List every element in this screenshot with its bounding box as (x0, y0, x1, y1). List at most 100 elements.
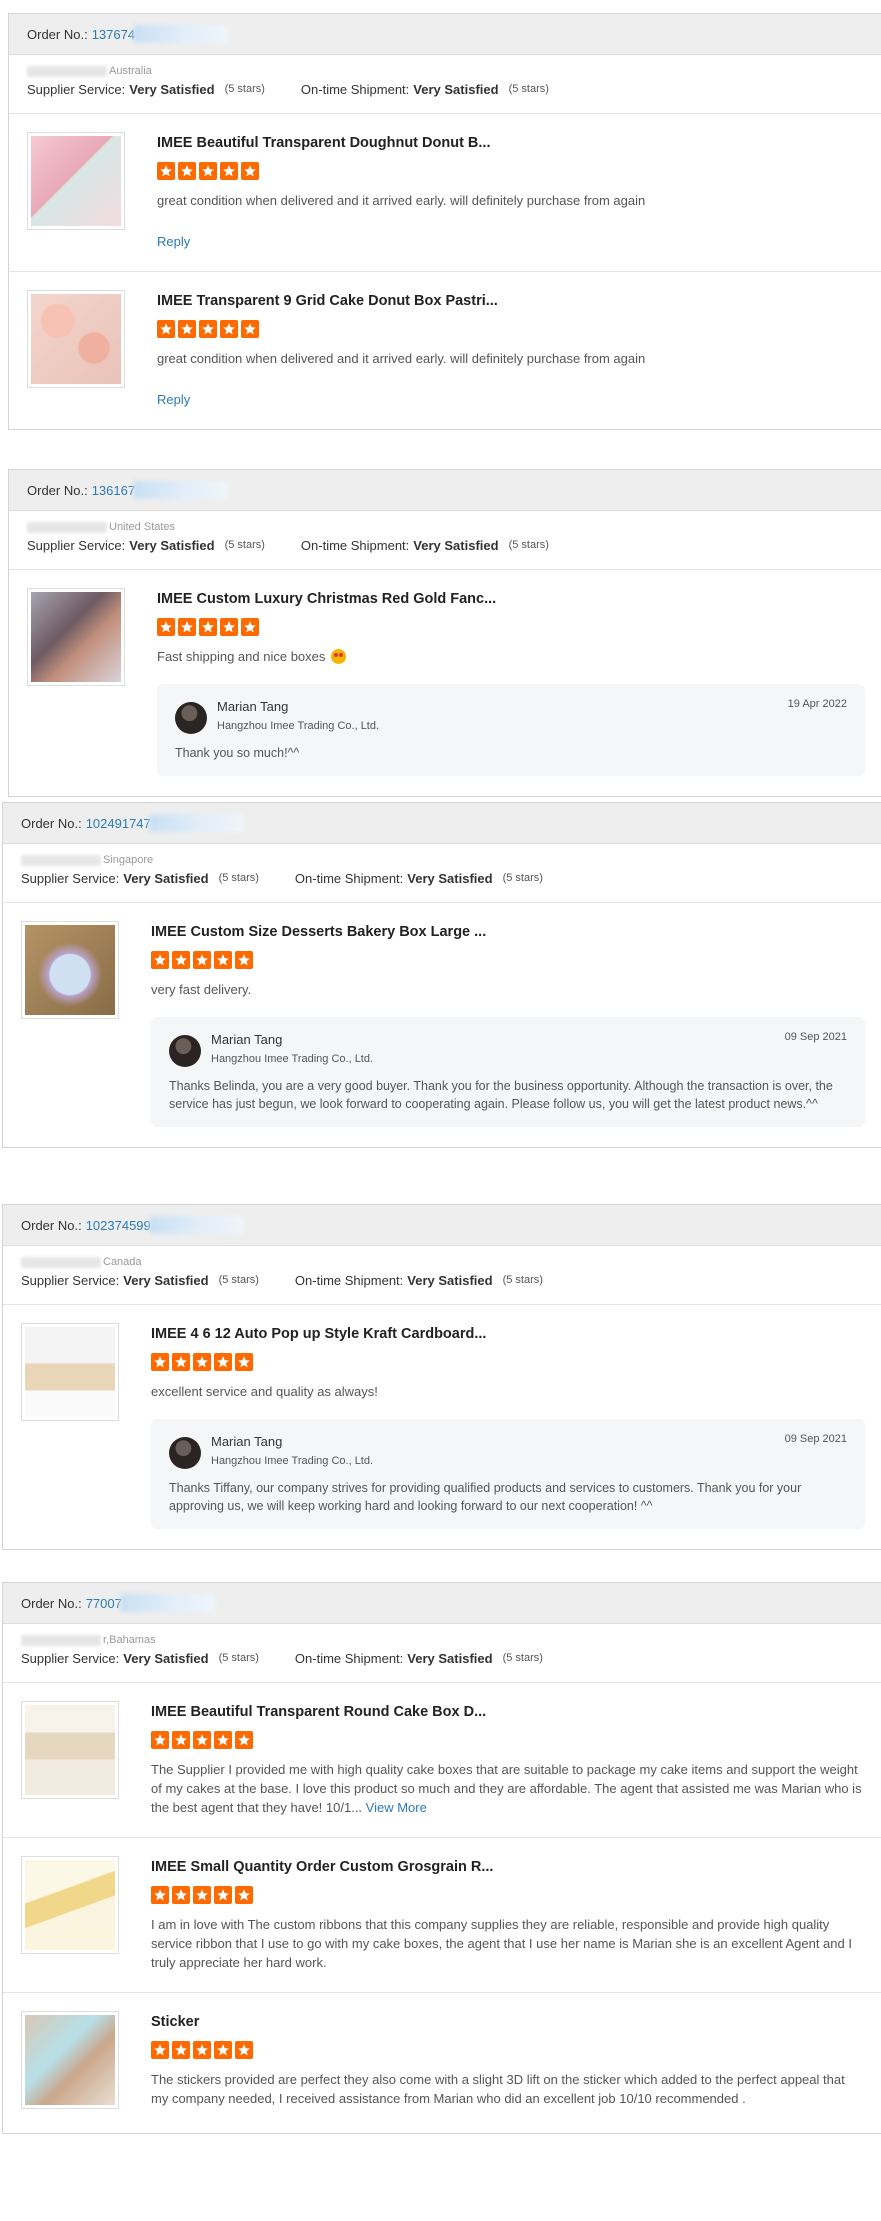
product-thumbnail[interactable] (21, 2011, 119, 2109)
star-icon (178, 320, 196, 338)
supplier-service-stars: (5 stars) (218, 1274, 259, 1286)
rating-stars (157, 162, 865, 182)
review-item: IMEE Small Quantity Order Custom Grosgra… (3, 1838, 881, 1993)
buyer-name-redacted (21, 1256, 101, 1268)
star-icon (193, 1886, 211, 1904)
supplier-service-label: Supplier Service: (21, 1272, 120, 1288)
product-title-link[interactable]: IMEE Small Quantity Order Custom Grosgra… (151, 1858, 865, 1876)
review-text-content: great condition when delivered and it ar… (157, 193, 646, 208)
review-body: IMEE Beautiful Transparent Doughnut Donu… (157, 134, 865, 251)
shipment-label: On-time Shipment: (300, 81, 410, 97)
product-title-link[interactable]: IMEE Transparent 9 Grid Cake Donut Box P… (157, 292, 865, 310)
product-thumbnail[interactable] (21, 1323, 119, 1421)
order-number-link[interactable]: 77007 (86, 1596, 122, 1611)
supplier-service-label: Supplier Service: (21, 1650, 120, 1666)
supplier-service-label: Supplier Service: (27, 537, 126, 553)
supplier-service-stars: (5 stars) (218, 1652, 259, 1664)
country-label: Australia (109, 65, 152, 77)
service-ratings: Supplier Service: Very Satisfied (5 stars)… (9, 535, 881, 570)
supplier-service-label: Supplier Service: (21, 870, 120, 886)
product-title-link[interactable]: IMEE Beautiful Transparent Round Cake Bo… (151, 1703, 865, 1721)
nine-grid-box-image (31, 294, 121, 384)
product-thumbnail[interactable] (27, 588, 125, 686)
reply-link[interactable]: Reply (157, 392, 190, 407)
reply-text: Thank you so much!^^ (175, 746, 300, 760)
star-icon (193, 1731, 211, 1749)
product-title-link[interactable]: IMEE Beautiful Transparent Doughnut Donu… (157, 134, 865, 152)
order-number-redacted (133, 25, 229, 43)
product-title-link[interactable]: Sticker (151, 2013, 865, 2031)
star-icon (199, 618, 217, 636)
review-body: IMEE Custom Size Desserts Bakery Box Lar… (151, 923, 865, 1127)
product-title-link[interactable]: IMEE Custom Luxury Christmas Red Gold Fa… (157, 590, 865, 608)
reply-author-name: Marian Tang (211, 1032, 283, 1047)
star-icon (172, 1886, 190, 1904)
service-ratings: Supplier Service: Very Satisfied (5 stars)… (3, 1648, 881, 1683)
reply-company: Hangzhou Imee Trading Co., Ltd. (211, 1053, 374, 1065)
review-body: Sticker The stickers provided are perfect… (151, 2013, 865, 2113)
review-text-content: I am in love with The custom ribbons tha… (151, 1917, 852, 1970)
buyer-country: Canada (3, 1254, 881, 1270)
product-thumbnail[interactable] (27, 132, 125, 230)
order-no-label: Order No.: (21, 1217, 82, 1233)
reply-author: Marian Tang Hangzhou Imee Trading Co., Lt… (217, 698, 379, 732)
review-text-content: very fast delivery. (151, 982, 252, 997)
pink-donut-box-image (31, 136, 121, 226)
star-icon (199, 320, 217, 338)
star-icon (172, 1731, 190, 1749)
star-icon (157, 618, 175, 636)
star-icon (193, 951, 211, 969)
star-icon (151, 1886, 169, 1904)
shipment-label: On-time Shipment: (294, 1272, 404, 1288)
service-ratings: Supplier Service: Very Satisfied (5 stars)… (3, 868, 881, 903)
review-body: IMEE Transparent 9 Grid Cake Donut Box P… (157, 292, 865, 409)
product-thumbnail[interactable] (27, 290, 125, 388)
review-text: excellent service and quality as always! (151, 1382, 865, 1401)
order-number-link[interactable]: 102374599 (86, 1218, 151, 1233)
ribbon-candy-girl-image (25, 1860, 115, 1950)
order-no-label: Order No.: (21, 1595, 82, 1611)
buyer-name-redacted (21, 1634, 101, 1646)
product-title-link[interactable]: IMEE Custom Size Desserts Bakery Box Lar… (151, 923, 865, 941)
shipment-label: On-time Shipment: (294, 1650, 404, 1666)
star-icon (172, 1353, 190, 1371)
order-number-link[interactable]: 136167 (92, 483, 135, 498)
star-icon (220, 320, 238, 338)
order-header: Order No.: 136167 (9, 470, 881, 511)
shipment-value: Very Satisfied (407, 1272, 493, 1288)
review-item: IMEE Custom Luxury Christmas Red Gold Fa… (9, 570, 881, 796)
review-body: IMEE Custom Luxury Christmas Red Gold Fa… (157, 590, 865, 776)
rating-stars (157, 320, 865, 340)
order-number-link[interactable]: 102491747 (86, 816, 151, 831)
shipment-value: Very Satisfied (407, 870, 493, 886)
star-icon (241, 320, 259, 338)
review-text-content: excellent service and quality as always! (151, 1384, 378, 1399)
supplier-reply: Marian Tang Hangzhou Imee Trading Co., Lt… (151, 1017, 865, 1127)
reply-link[interactable]: Reply (157, 234, 190, 249)
reply-company: Hangzhou Imee Trading Co., Ltd. (211, 1455, 374, 1467)
shipment-label: On-time Shipment: (294, 870, 404, 886)
review-text: Fast shipping and nice boxes (157, 647, 865, 666)
star-icon (220, 162, 238, 180)
product-thumbnail[interactable] (21, 1701, 119, 1799)
view-more-link[interactable]: View More (366, 1800, 427, 1815)
star-icon (193, 1353, 211, 1371)
review-item: IMEE Transparent 9 Grid Cake Donut Box P… (9, 272, 881, 429)
review-body: IMEE Small Quantity Order Custom Grosgra… (151, 1858, 865, 1972)
review-text: The Supplier I provided me with high qua… (151, 1760, 865, 1817)
shipment-stars: (5 stars) (508, 539, 549, 551)
star-icon (235, 1886, 253, 1904)
reply-date: 19 Apr 2022 (787, 698, 847, 710)
order-number-link[interactable]: 137674 (92, 27, 135, 42)
review-text-content: The stickers provided are perfect they a… (151, 2072, 845, 2106)
product-thumbnail[interactable] (21, 921, 119, 1019)
review-text: The stickers provided are perfect they a… (151, 2070, 865, 2108)
order-card: Order No.: 137674 Australia Supplier Servic… (8, 13, 881, 430)
rating-stars (151, 951, 865, 971)
product-thumbnail[interactable] (21, 1856, 119, 1954)
star-struck-emoji-icon (331, 649, 347, 664)
star-icon (214, 951, 232, 969)
rating-stars (157, 618, 865, 638)
product-title-link[interactable]: IMEE 4 6 12 Auto Pop up Style Kraft Card… (151, 1325, 865, 1343)
star-icon (199, 162, 217, 180)
